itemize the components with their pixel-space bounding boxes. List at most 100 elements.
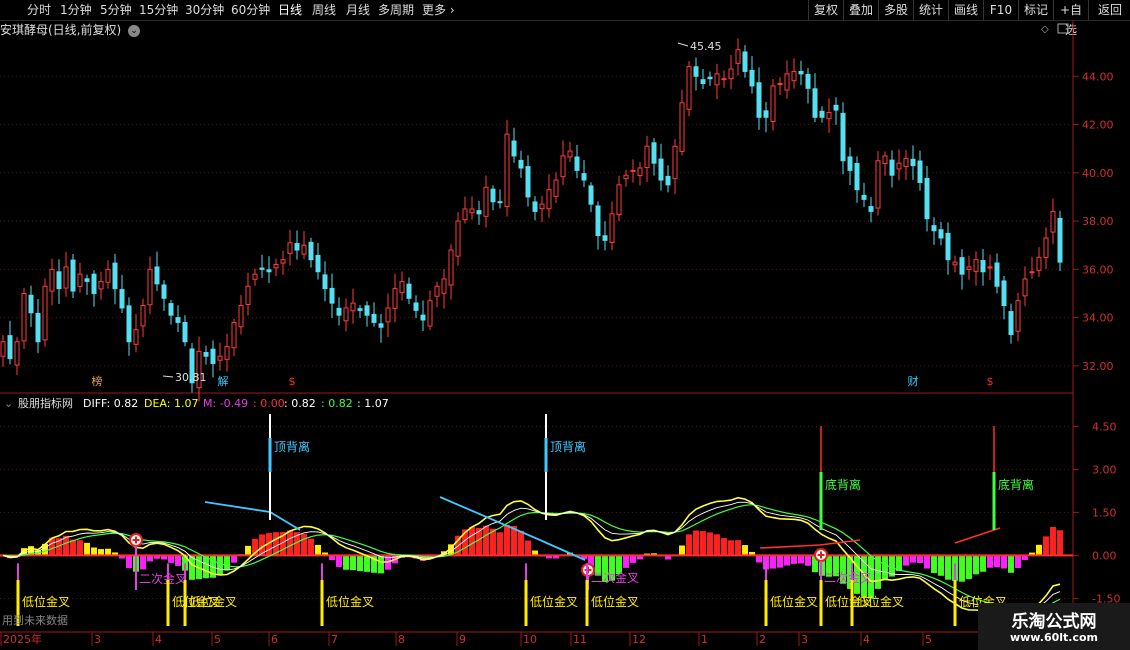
candle-body [70,259,76,292]
period-tab[interactable]: 60分钟 [231,0,270,20]
candle-body [525,166,531,198]
candle-body [28,294,34,314]
period-tab[interactable]: 1分钟 [60,0,92,20]
candle-body [280,259,286,264]
period-tab[interactable]: 分时 [27,0,51,20]
histogram-bar [343,555,349,570]
candle-body [623,174,629,180]
histogram-bar [623,555,629,568]
ind-axis-label: 4.50 [1092,420,1117,433]
period-tab[interactable]: 日线 [278,0,302,20]
histogram-bar [910,555,916,563]
candle-body [336,307,342,316]
candle-body [966,266,972,270]
period-tab[interactable]: 15分钟 [139,0,178,20]
time-axis-label: 11 [573,633,587,646]
histogram-bar [700,531,706,556]
histogram-bar [777,555,783,568]
low-golden-cross-label: 低位金叉 [189,594,237,609]
period-tab[interactable]: 周线 [312,0,336,20]
watermark-url: www.60lt.com [1009,631,1099,644]
candle-body [259,267,265,270]
event-marker: 解 [218,374,229,388]
second-golden-cross-label: 二次金叉 [824,570,872,585]
histogram-bar [231,555,237,563]
histogram-bar [994,555,1000,568]
candle-body [266,269,272,273]
toolbar-button[interactable]: F10 [983,0,1018,20]
chart-area[interactable]: 44.0042.0040.0038.0036.0034.0032.0045.45… [0,20,1130,650]
candle-body [35,312,41,343]
period-tab[interactable]: 月线 [346,0,370,20]
candle-body [343,307,349,322]
candle-body [616,184,622,216]
period-tab[interactable]: 多周期 [378,0,414,20]
candle-body [847,156,853,171]
histogram-bar [896,555,902,571]
top-divergence-label: 顶背离 [274,439,310,454]
histogram-bar [756,555,762,563]
candle-body [819,110,825,118]
candle-body [1043,237,1049,259]
bottom-divergence-label: 底背离 [825,477,861,492]
toolbar-button[interactable]: 复权 [808,0,843,20]
period-tab[interactable]: 更多 › [422,0,455,20]
histogram-bar [973,555,979,575]
candle-body [385,307,391,323]
histogram-bar [140,555,146,570]
candle-body [1029,271,1035,274]
low-golden-cross-label: 低位金叉 [770,594,818,609]
toolbar-button[interactable]: 统计 [913,0,948,20]
candle-body [434,285,440,297]
time-axis-label: 6 [271,633,278,646]
candle-body [273,264,279,269]
candle-body [63,266,69,289]
candle-body [896,162,902,170]
candle-body [399,280,405,294]
histogram-bar [987,555,993,568]
histogram-bar [497,532,503,556]
candle-body [455,220,461,257]
histogram-bar [805,555,811,566]
candle-body [49,268,55,292]
toolbar-button[interactable]: +自选 [1053,0,1088,37]
time-axis-label: 4 [863,633,870,646]
toolbar-button[interactable]: 标记 [1018,0,1053,20]
candle-body [721,78,727,81]
toolbar-button[interactable]: 返回 [1088,0,1130,20]
time-axis-label: 4 [155,633,162,646]
candle-body [252,273,258,280]
time-axis-label: 1 [701,633,708,646]
candle-body [203,352,209,357]
toolbar-button[interactable]: 多股 [878,0,913,20]
candle-body [546,189,552,210]
histogram-bar [1043,536,1049,556]
histogram-bar [686,534,692,556]
toolbar-button[interactable]: 叠加 [843,0,878,20]
candle-body [7,335,13,360]
future-data-note: 用到未来数据 [2,613,68,627]
period-tab[interactable]: 30分钟 [185,0,224,20]
event-marker: 榜 [92,374,103,388]
indicator-header-text: M: -0.49 [203,397,248,410]
histogram-bar [980,555,986,572]
candle-body [308,241,314,261]
bottom-divergence-bar [992,472,996,530]
candle-body [868,206,874,212]
period-tab[interactable]: 5分钟 [100,0,132,20]
window-icon[interactable] [1057,23,1069,34]
histogram-bar [315,544,321,556]
candle-body [1015,300,1021,332]
toolbar-button[interactable]: 画线 [948,0,983,20]
watermark-title: 乐淘公式网 [1011,612,1097,632]
candle-body [581,173,587,181]
candle-body [672,145,678,180]
bottom-divergence-bar [819,472,823,530]
candle-body [511,140,517,157]
candle-body [175,317,181,323]
time-axis-label: 5 [925,633,932,646]
candle-body [784,73,790,91]
candle-body [574,156,580,171]
divergence-line [204,501,301,531]
histogram-bar [945,555,951,580]
